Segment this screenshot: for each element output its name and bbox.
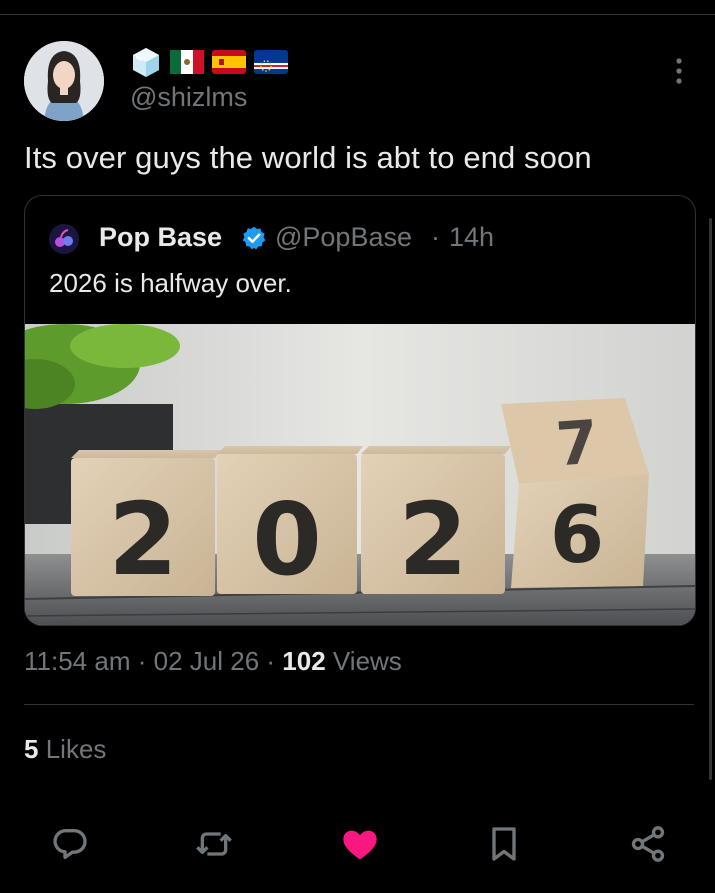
top-divider — [0, 14, 715, 15]
likes-label: Likes — [45, 734, 107, 764]
views-label: Views — [332, 646, 402, 676]
mexico-flag-icon — [170, 50, 204, 74]
spain-flag-icon — [212, 50, 246, 74]
author-handle[interactable]: @shizlms — [130, 82, 247, 113]
quote-image[interactable]: 2 0 2 7 6 — [25, 324, 695, 625]
quote-separator: · — [431, 222, 440, 252]
share-icon — [631, 826, 665, 862]
views-count: 102 — [282, 646, 326, 676]
image-digit-2b: 2 — [398, 481, 468, 598]
verified-badge-icon — [242, 226, 266, 250]
tweet-time[interactable]: 11:54 am — [24, 646, 130, 676]
image-digit-7: 7 — [554, 408, 601, 481]
like-button[interactable] — [338, 822, 382, 866]
meta-separator: · — [137, 646, 147, 676]
repost-icon — [196, 832, 232, 856]
image-digit-0: 0 — [252, 481, 322, 598]
quoted-tweet[interactable]: Pop Base @PopBase · 14h 2026 is halfway … — [24, 195, 696, 626]
display-name-emojis — [130, 46, 288, 78]
image-digit-6: 6 — [550, 491, 604, 581]
tweet-meta: 11:54 am · 02 Jul 26 · 102 Views — [24, 646, 402, 677]
quote-author-avatar[interactable] — [49, 224, 79, 254]
likes-stat[interactable]: 5 Likes — [24, 734, 106, 765]
quote-text: 2026 is halfway over. — [49, 268, 292, 298]
scrollbar[interactable] — [709, 218, 712, 780]
reply-icon — [53, 829, 87, 859]
heart-filled-icon — [343, 830, 377, 860]
quote-author-name[interactable]: Pop Base — [99, 222, 222, 253]
stats-divider — [24, 704, 694, 705]
image-digit-2a: 2 — [108, 481, 178, 598]
repost-button[interactable] — [192, 822, 236, 866]
author-avatar[interactable] — [24, 41, 104, 121]
more-options-button[interactable] — [664, 56, 694, 86]
tweet-date[interactable]: 02 Jul 26 — [154, 646, 260, 676]
tweet-text: Its over guys the world is abt to end so… — [24, 140, 592, 175]
meta-separator: · — [266, 646, 276, 676]
ice-cube-icon — [133, 48, 159, 77]
more-vertical-icon — [676, 58, 682, 84]
bookmark-icon — [492, 827, 516, 861]
cape-verde-flag-icon — [254, 50, 288, 74]
bookmark-button[interactable] — [482, 822, 526, 866]
share-button[interactable] — [626, 822, 670, 866]
quote-author-handle[interactable]: @PopBase — [275, 222, 412, 253]
likes-count: 5 — [24, 734, 39, 764]
quote-timestamp[interactable]: 14h — [449, 222, 494, 253]
reply-button[interactable] — [48, 822, 92, 866]
